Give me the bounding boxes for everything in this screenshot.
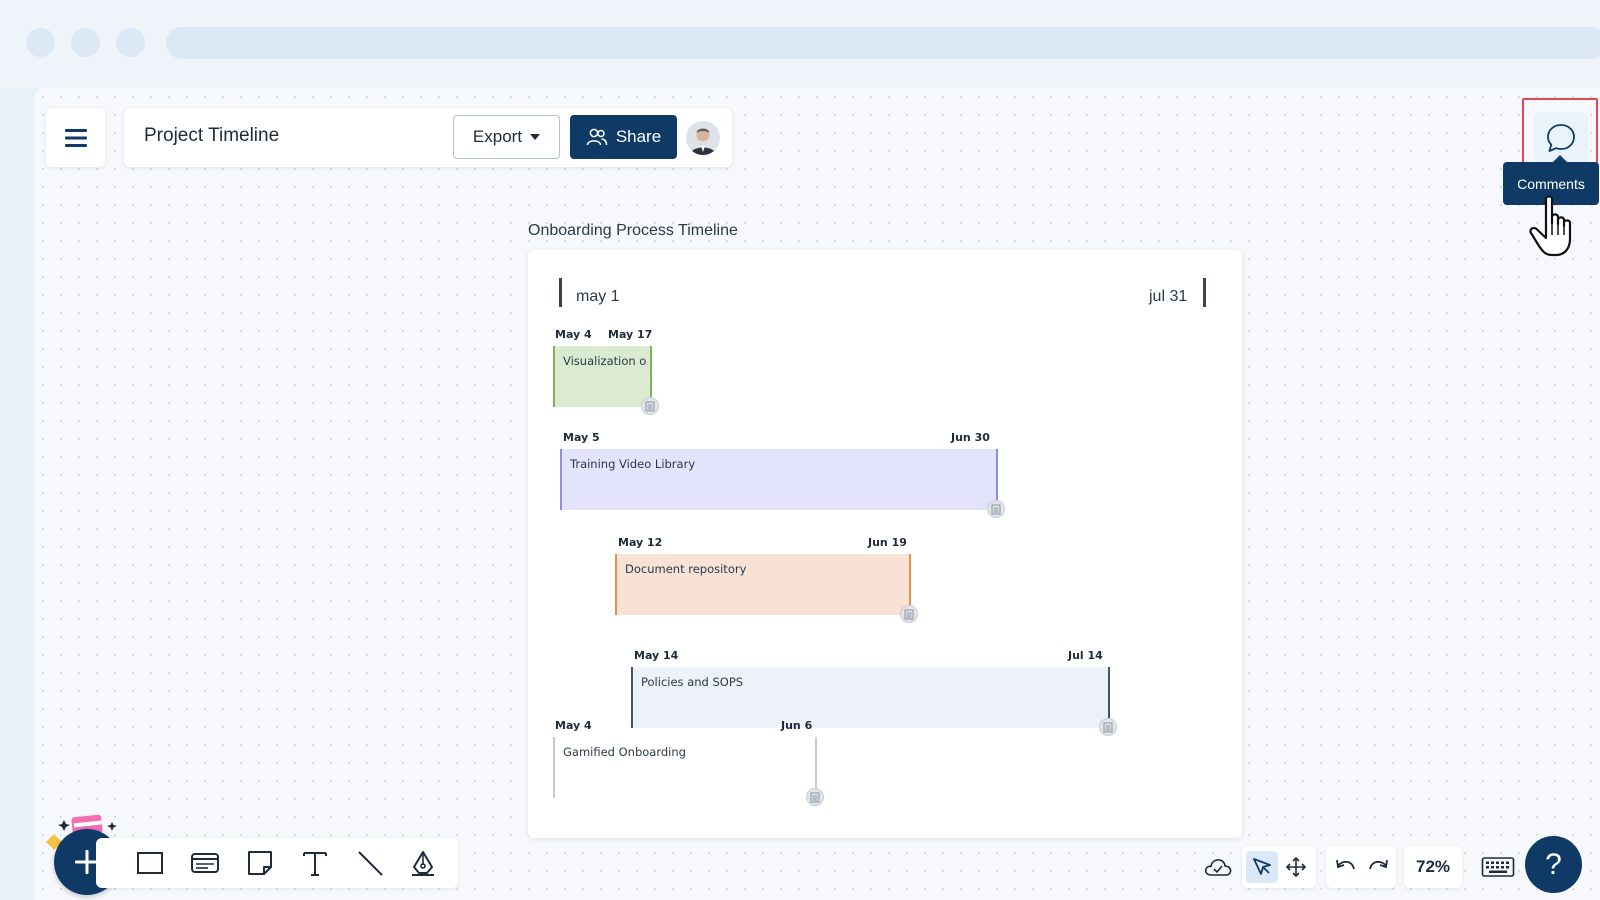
address-bar[interactable] [166, 27, 1600, 59]
cloud-save-icon[interactable] [1202, 851, 1234, 883]
timeline-bar-label: Training Video Library [570, 457, 696, 471]
notes-icon[interactable] [987, 500, 1005, 518]
card-icon [191, 853, 219, 873]
undo-icon [1336, 859, 1355, 870]
timeline-bar-label: Visualization o [563, 354, 647, 368]
redo-icon [1369, 859, 1388, 870]
shape-toolbar [96, 838, 458, 888]
timeline-bar-label: Gamified Onboarding [563, 745, 686, 759]
header-bar: Project Timeline Export Share [124, 108, 732, 167]
window-dot [71, 28, 100, 57]
timeline-bar[interactable]: Visualization o [553, 346, 652, 407]
zoom-level-button[interactable]: 72% [1404, 846, 1462, 888]
bar-end-date: May 17 [608, 328, 653, 341]
bar-end-date: Jun 19 [868, 536, 907, 549]
window-dot [116, 28, 145, 57]
select-tool[interactable] [1246, 851, 1278, 883]
export-label: Export [472, 127, 523, 146]
bar-start-date: May 14 [634, 649, 679, 662]
card-tool[interactable] [189, 847, 221, 879]
timeline-bar[interactable]: Document repository [615, 554, 911, 615]
cursor-arrow-icon [1253, 858, 1271, 875]
bar-start-date: May 4 [555, 719, 592, 732]
notes-icon[interactable] [806, 788, 824, 806]
text-tool[interactable] [299, 847, 331, 879]
bar-end-date: Jun 30 [951, 431, 990, 444]
main-menu-button[interactable] [46, 108, 105, 167]
select-pan-panel [1242, 846, 1316, 888]
hand-pointer-icon [1527, 193, 1583, 263]
help-button[interactable]: ? [1525, 836, 1582, 893]
pen-tool[interactable] [407, 847, 439, 879]
bar-start-date: May 4 [555, 328, 592, 341]
line-icon [358, 851, 383, 876]
notes-icon[interactable] [900, 605, 918, 623]
zoom-level-label: 72% [1415, 857, 1451, 876]
timeline-bar[interactable]: Training Video Library [560, 449, 998, 510]
range-end-label: jul 31 [1149, 288, 1188, 305]
share-label: Share [615, 127, 662, 146]
speech-bubble-icon [1547, 124, 1575, 152]
redo-button[interactable] [1362, 851, 1394, 883]
timeline-bar[interactable]: Policies and SOPS [631, 667, 1110, 728]
bar-end-date: Jul 14 [1068, 649, 1103, 662]
pen-icon [412, 851, 434, 876]
sticky-note-tool[interactable] [244, 847, 276, 879]
line-tool[interactable] [354, 847, 386, 879]
pan-tool[interactable] [1280, 851, 1312, 883]
document-title[interactable]: Project Timeline [144, 125, 279, 147]
timeline-bar-label: Document repository [625, 562, 747, 576]
range-end-marker [1203, 278, 1206, 307]
window-dot [26, 28, 55, 57]
browser-chrome [0, 0, 1600, 88]
range-start-label: may 1 [576, 288, 620, 305]
keyboard-icon [1481, 857, 1515, 877]
notes-icon[interactable] [641, 397, 659, 415]
sticky-note-icon [248, 851, 272, 875]
export-button[interactable]: Export [453, 115, 560, 159]
range-start-marker [559, 278, 562, 307]
timeline-bar[interactable]: Gamified Onboarding [553, 737, 817, 798]
bar-start-date: May 5 [563, 431, 600, 444]
bar-end-date: Jun 6 [781, 719, 813, 732]
timeline-heading: Onboarding Process Timeline [528, 222, 738, 239]
users-icon [586, 128, 608, 146]
move-arrows-icon [1285, 856, 1307, 878]
undo-button[interactable] [1330, 851, 1362, 883]
user-avatar[interactable] [686, 121, 720, 155]
text-icon [303, 852, 327, 876]
bar-start-date: May 12 [618, 536, 663, 549]
share-button[interactable]: Share [570, 115, 677, 159]
rectangle-tool[interactable] [134, 847, 166, 879]
rectangle-icon [137, 852, 163, 874]
notes-icon[interactable] [1099, 718, 1117, 736]
history-panel [1326, 846, 1396, 888]
hamburger-icon [64, 128, 87, 147]
timeline-bar-label: Policies and SOPS [641, 675, 744, 689]
timeline-card[interactable]: may 1 jul 31 May 4 May 17 Visualization o M… [528, 250, 1242, 838]
caret-down-icon [530, 134, 541, 140]
keyboard-shortcuts-button[interactable] [1478, 851, 1518, 883]
